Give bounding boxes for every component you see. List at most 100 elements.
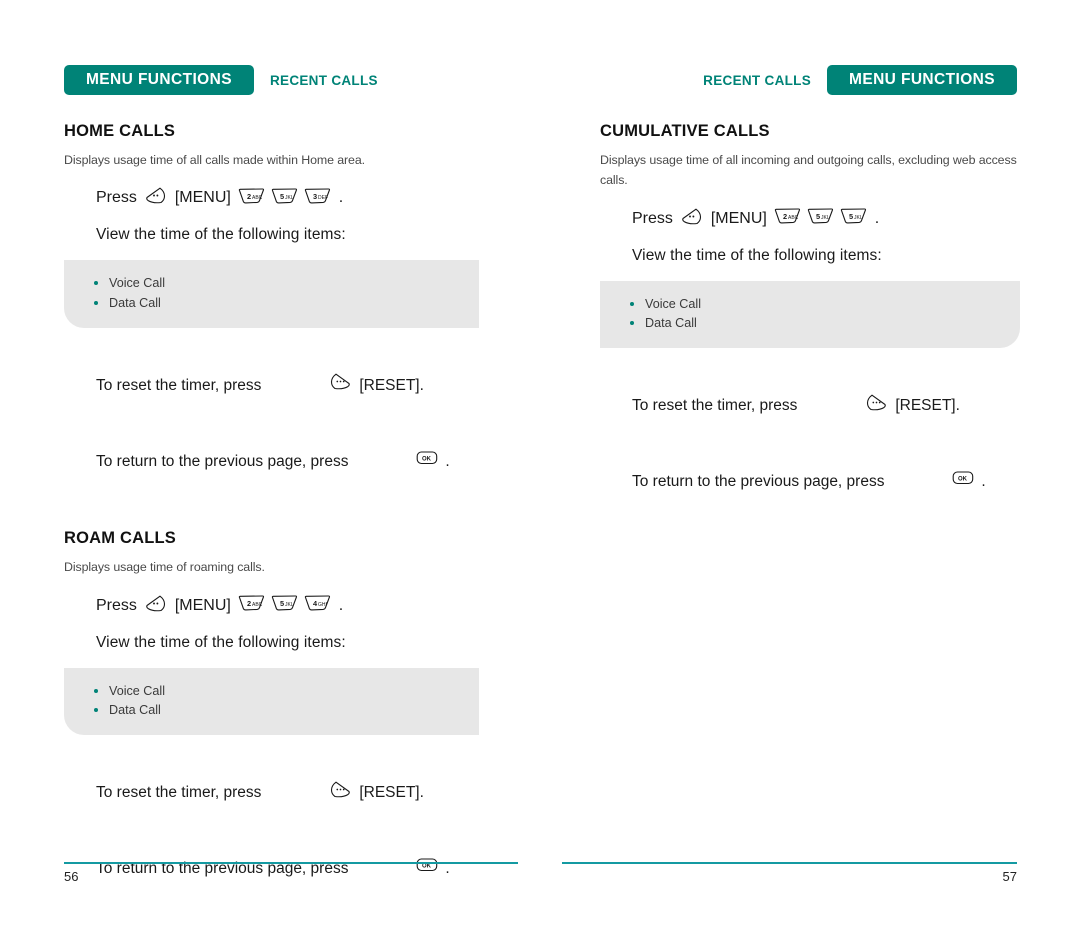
svg-text:ABC: ABC — [252, 602, 263, 608]
svg-text:JKL: JKL — [854, 215, 863, 221]
svg-text:JKL: JKL — [285, 195, 294, 201]
period: . — [338, 596, 344, 614]
keypad-key-2: 5 JKL — [271, 595, 298, 616]
list-item: Voice Call — [94, 274, 479, 294]
return-prefix: To return to the previous page, press — [632, 473, 885, 491]
running-header-left: MENU FUNCTIONS RECENT CALLS — [64, 64, 378, 96]
ok-key-icon: OK — [892, 445, 974, 519]
svg-text:5: 5 — [849, 212, 853, 221]
items-panel: Voice Call Data Call — [64, 667, 479, 735]
svg-text:3: 3 — [313, 192, 317, 201]
running-header-right: RECENT CALLS MENU FUNCTIONS — [703, 64, 1017, 96]
keypad-key-1: 2 ABC — [774, 208, 801, 229]
svg-text:JKL: JKL — [821, 215, 830, 221]
svg-text:DEF: DEF — [318, 195, 328, 201]
left-softkey-icon — [680, 207, 703, 231]
keypad-key-2: 5 JKL — [271, 188, 298, 209]
list-item: Data Call — [94, 701, 479, 721]
menu-label: [MENU] — [710, 209, 767, 227]
list-item: Voice Call — [630, 295, 1020, 315]
key-sequence-row: Press [MENU] — [96, 186, 484, 210]
page-57: RECENT CALLS MENU FUNCTIONS CUMULATIVE C… — [540, 0, 1080, 932]
tab-recent-calls[interactable]: RECENT CALLS — [270, 73, 378, 88]
svg-text:5: 5 — [280, 192, 284, 201]
period: . — [874, 209, 880, 227]
period: . — [338, 189, 344, 207]
reset-label: [RESET]. — [359, 784, 424, 802]
reset-line: To reset the timer, press [RESET]. — [96, 755, 484, 832]
left-column-content: HOME CALLS Displays usage time of all ca… — [64, 122, 484, 907]
footer-right: 57 — [562, 862, 1017, 892]
list-item: Voice Call — [94, 682, 479, 702]
return-line: To return to the previous page, press OK… — [632, 445, 1020, 519]
left-softkey-icon — [144, 594, 167, 618]
menu-label: [MENU] — [174, 189, 231, 207]
press-label: Press — [96, 596, 137, 614]
key-sequence-row: Press [MENU] — [632, 207, 1020, 231]
svg-text:ABC: ABC — [252, 195, 263, 201]
keypad-key-1: 2 ABC — [238, 188, 265, 209]
svg-text:GHI: GHI — [318, 602, 327, 608]
reset-label: [RESET]. — [895, 397, 960, 415]
svg-text:JKL: JKL — [285, 602, 294, 608]
return-suffix: . — [445, 452, 450, 470]
section-cumulative-calls: CUMULATIVE CALLS Displays usage time of … — [600, 122, 1020, 520]
svg-text:2: 2 — [783, 212, 787, 221]
keypad-key-3: 3 DEF — [304, 188, 331, 209]
keypad-key-2: 5 JKL — [807, 208, 834, 229]
press-label: Press — [632, 209, 673, 227]
return-prefix: To return to the previous page, press — [96, 452, 349, 470]
menu-label: [MENU] — [174, 596, 231, 614]
tab-menu-functions[interactable]: MENU FUNCTIONS — [827, 65, 1017, 95]
section-title: ROAM CALLS — [64, 529, 176, 548]
svg-text:5: 5 — [280, 599, 284, 608]
tab-menu-functions[interactable]: MENU FUNCTIONS — [64, 65, 254, 95]
section-title: HOME CALLS — [64, 122, 176, 140]
section-roam-calls: ROAM CALLS Displays usage time of roamin… — [64, 529, 484, 906]
items-panel: Voice Call Data Call — [600, 280, 1020, 348]
keypad-key-3: 5 JKL — [840, 208, 867, 229]
list-item: Data Call — [630, 314, 1020, 334]
press-label: Press — [96, 189, 137, 207]
footer-rule — [64, 862, 518, 864]
page-56: MENU FUNCTIONS RECENT CALLS HOME CALLS D… — [0, 0, 540, 932]
section-description: Displays usage time of all incoming and … — [600, 153, 1017, 188]
reset-prefix: To reset the timer, press — [96, 376, 262, 394]
section-home-calls: HOME CALLS Displays usage time of all ca… — [64, 122, 484, 499]
reset-prefix: To reset the timer, press — [96, 784, 262, 802]
page-number: 57 — [1002, 869, 1017, 884]
manual-spread: MENU FUNCTIONS RECENT CALLS HOME CALLS D… — [0, 0, 1080, 932]
key-sequence-row: Press [MENU] — [96, 594, 484, 618]
tab-recent-calls[interactable]: RECENT CALLS — [703, 73, 811, 88]
view-items-line: View the time of the following items: — [96, 633, 346, 651]
keypad-key-3: 4 GHI — [304, 595, 331, 616]
footer-rule — [562, 862, 1017, 864]
view-items-line: View the time of the following items: — [632, 246, 882, 264]
svg-text:2: 2 — [247, 599, 251, 608]
svg-text:OK: OK — [422, 456, 432, 462]
reset-label: [RESET]. — [359, 376, 424, 394]
keypad-key-1: 2 ABC — [238, 595, 265, 616]
svg-text:ABC: ABC — [788, 215, 799, 221]
page-number: 56 — [64, 869, 79, 884]
reset-prefix: To reset the timer, press — [632, 397, 798, 415]
outro-block: To reset the timer, press [RESET]. To re… — [632, 368, 1020, 520]
left-softkey-icon — [144, 186, 167, 210]
section-description: Displays usage time of roaming calls. — [64, 560, 265, 575]
items-panel: Voice Call Data Call — [64, 260, 479, 328]
outro-block: To reset the timer, press [RESET]. To re… — [96, 348, 484, 500]
view-items-line: View the time of the following items: — [96, 226, 346, 244]
reset-line: To reset the timer, press [RESET]. — [96, 348, 484, 425]
right-softkey-icon — [269, 348, 352, 425]
svg-text:5: 5 — [816, 212, 820, 221]
right-softkey-icon — [269, 755, 352, 832]
right-column-content: CUMULATIVE CALLS Displays usage time of … — [600, 122, 1020, 520]
reset-line: To reset the timer, press [RESET]. — [632, 368, 1020, 445]
ok-key-icon: OK — [356, 425, 438, 499]
return-suffix: . — [981, 473, 986, 491]
right-softkey-icon — [805, 368, 888, 445]
svg-text:OK: OK — [958, 477, 968, 483]
section-description: Displays usage time of all calls made wi… — [64, 153, 365, 167]
return-line: To return to the previous page, press OK… — [96, 425, 484, 499]
list-item: Data Call — [94, 294, 479, 314]
